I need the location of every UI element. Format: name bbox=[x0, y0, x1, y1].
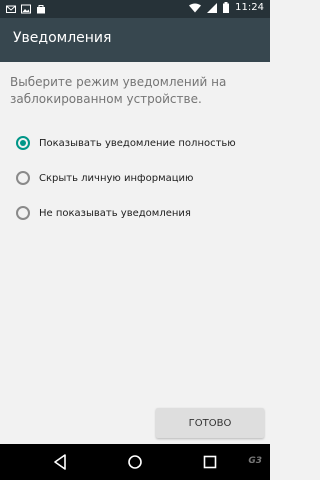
wifi-icon bbox=[189, 3, 202, 12]
home-icon[interactable] bbox=[127, 453, 143, 471]
option-show-all[interactable]: Показывать уведомление полностью bbox=[16, 133, 236, 153]
done-button[interactable]: ГОТОВО bbox=[156, 408, 264, 438]
mail-icon bbox=[6, 5, 16, 13]
nav-bar: G3 bbox=[0, 444, 270, 480]
option-hide-all[interactable]: Не показывать уведомления bbox=[16, 203, 191, 223]
content: Выберите режим уведомлений на заблокиров… bbox=[0, 62, 270, 444]
status-time: 11:24 bbox=[235, 2, 264, 13]
option-label: Показывать уведомление полностью bbox=[39, 137, 236, 149]
radio-button[interactable] bbox=[16, 206, 30, 220]
option-label: Скрыть личную информацию bbox=[39, 172, 194, 184]
radio-button[interactable] bbox=[16, 136, 30, 150]
signal-icon bbox=[207, 2, 218, 13]
status-bar: 11:24 bbox=[0, 0, 270, 18]
page-title: Уведомления bbox=[13, 30, 112, 46]
app-bar: Уведомления bbox=[0, 18, 270, 62]
bag-icon bbox=[37, 5, 45, 14]
battery-icon bbox=[223, 2, 230, 13]
option-label: Не показывать уведомления bbox=[39, 207, 191, 219]
radio-button[interactable] bbox=[16, 171, 30, 185]
watermark-logo: G3 bbox=[248, 456, 262, 466]
description-text: Выберите режим уведомлений на заблокиров… bbox=[10, 75, 227, 106]
option-hide-private[interactable]: Скрыть личную информацию bbox=[16, 168, 193, 188]
recents-icon[interactable] bbox=[202, 453, 218, 471]
image-icon bbox=[21, 4, 31, 14]
back-icon[interactable] bbox=[52, 453, 68, 471]
